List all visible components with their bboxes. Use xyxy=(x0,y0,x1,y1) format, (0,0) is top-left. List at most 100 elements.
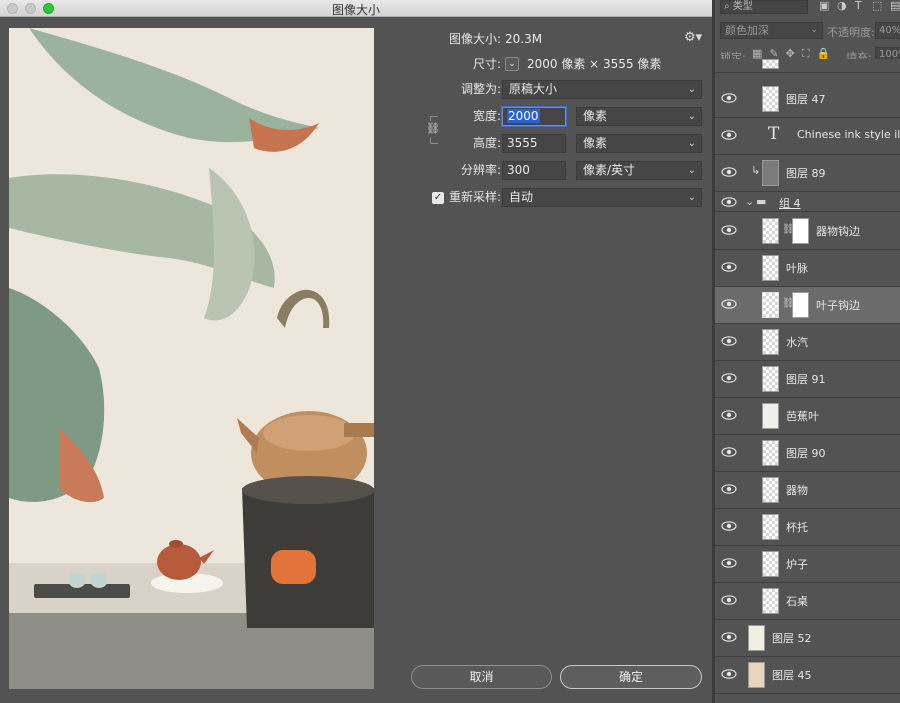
layer-thumbnail xyxy=(762,588,779,614)
width-unit-select[interactable]: 像素 ⌄ xyxy=(576,107,702,126)
layer-thumbnail xyxy=(762,59,779,69)
cancel-button[interactable]: 取消 xyxy=(411,665,552,689)
eye-icon[interactable] xyxy=(721,335,737,347)
fit-to-label: 调整为: xyxy=(460,82,501,96)
layer-filter-value: 类型 xyxy=(732,1,753,12)
layer-row[interactable]: ↳ 图层 89 xyxy=(715,155,900,192)
layer-name: 器物 xyxy=(786,484,808,497)
text-layer-icon: T xyxy=(768,124,780,144)
eye-icon[interactable] xyxy=(721,224,737,236)
width-label: 宽度: xyxy=(472,109,501,123)
layer-row[interactable]: 图层 45 xyxy=(715,657,900,694)
layer-thumbnail xyxy=(762,160,779,186)
layer-mask-thumbnail[interactable] xyxy=(792,218,809,244)
height-row: 高度: xyxy=(420,133,510,153)
height-unit-value: 像素 xyxy=(583,136,608,150)
layer-thumbnail xyxy=(748,625,765,651)
eye-icon[interactable] xyxy=(721,92,737,104)
resolution-input[interactable]: 300 xyxy=(502,161,566,180)
width-row: 宽度: xyxy=(420,106,510,126)
height-label: 高度: xyxy=(472,136,501,150)
height-unit-select[interactable]: 像素 ⌄ xyxy=(576,134,702,153)
eye-icon[interactable] xyxy=(721,166,737,178)
dimensions-label: 尺寸: xyxy=(472,57,501,71)
group-row[interactable]: ⌄ ▬ 组 4 xyxy=(715,192,900,212)
layer-thumbnail xyxy=(762,551,779,577)
layer-row[interactable]: 石桌 xyxy=(715,583,900,620)
chevron-down-icon[interactable]: ⌄ xyxy=(745,195,754,208)
layer-row[interactable]: ⛓ 器物钩边 xyxy=(715,213,900,250)
gear-icon[interactable]: ⚙▾ xyxy=(684,30,702,45)
eye-icon[interactable] xyxy=(721,668,737,680)
layer-row[interactable]: 图层 91 xyxy=(715,361,900,398)
layer-name: 水汽 xyxy=(786,336,808,349)
eye-icon[interactable] xyxy=(721,196,737,208)
eye-icon[interactable] xyxy=(721,594,737,606)
eye-icon[interactable] xyxy=(721,372,737,384)
layers-list: 图层 47 T Chinese ink style illust ↳ 图层 89… xyxy=(715,59,900,703)
chevron-down-icon: ⌄ xyxy=(810,25,818,35)
resolution-unit-value: 像素/英寸 xyxy=(583,163,636,177)
layer-row[interactable]: 图层 47 xyxy=(715,81,900,118)
layer-row[interactable]: 水汽 xyxy=(715,324,900,361)
opacity-input[interactable]: 40% xyxy=(875,22,900,39)
layer-row[interactable]: 器物 xyxy=(715,472,900,509)
eye-icon[interactable] xyxy=(721,129,737,141)
ok-button[interactable]: 确定 xyxy=(560,665,702,689)
layers-panel: ⌕ 类型 ▣ ◑ T ⬚ ▤ 颜色加深 ⌄ 不透明度: 40% 锁定: ▦✎✥⛶… xyxy=(712,0,900,703)
layer-row-partial[interactable] xyxy=(715,59,900,73)
eye-icon[interactable] xyxy=(721,631,737,643)
height-value: 3555 xyxy=(507,136,538,150)
clipping-mask-icon: ↳ xyxy=(751,164,761,177)
filter-pixel-icon[interactable]: ▣ xyxy=(819,0,829,12)
image-size-row: 图像大小: 20.3M xyxy=(420,29,690,49)
filter-adjustment-icon[interactable]: ◑ xyxy=(837,0,847,12)
resample-select[interactable]: 自动 ⌄ xyxy=(502,188,702,207)
layer-row[interactable]: 芭蕉叶 xyxy=(715,398,900,435)
layer-name: 图层 89 xyxy=(786,167,826,180)
dialog-title: 图像大小 xyxy=(331,3,380,17)
eye-icon[interactable] xyxy=(721,409,737,421)
dimensions-unit-chevron-icon[interactable]: ⌄ xyxy=(505,57,519,71)
blend-mode-select[interactable]: 颜色加深 ⌄ xyxy=(720,22,823,39)
width-value: 2000 xyxy=(507,109,540,123)
layer-name: 芭蕉叶 xyxy=(786,410,819,423)
eye-icon[interactable] xyxy=(721,520,737,532)
layer-name: 炉子 xyxy=(786,558,808,571)
preview-artwork xyxy=(9,28,374,689)
layer-row[interactable]: 图层 90 xyxy=(715,435,900,472)
layer-thumbnail xyxy=(762,329,779,355)
resolution-label: 分辨率: xyxy=(460,163,501,177)
layer-row-selected[interactable]: ⛓ 叶子钩边 xyxy=(715,287,900,324)
layer-row[interactable]: 炉子 xyxy=(715,546,900,583)
filter-shape-icon[interactable]: ⬚ xyxy=(872,0,882,12)
layer-thumbnail xyxy=(762,514,779,540)
layer-row[interactable]: 图层 52 xyxy=(715,620,900,657)
image-size-label: 图像大小: xyxy=(448,32,501,46)
eye-icon[interactable] xyxy=(721,483,737,495)
layer-filter-select[interactable]: ⌕ 类型 xyxy=(720,0,808,14)
filter-smart-object-icon[interactable]: ▤ xyxy=(890,0,900,12)
image-preview[interactable] xyxy=(9,28,374,689)
layer-mask-thumbnail[interactable] xyxy=(792,292,809,318)
chevron-down-icon: ⌄ xyxy=(687,111,696,122)
eye-icon[interactable] xyxy=(721,557,737,569)
fit-to-select[interactable]: 原稿大小 ⌄ xyxy=(502,80,702,99)
width-input[interactable]: 2000 xyxy=(502,107,566,126)
height-input[interactable]: 3555 xyxy=(502,134,566,153)
layer-thumbnail xyxy=(762,292,779,318)
chevron-down-icon: ⌄ xyxy=(687,84,696,95)
eye-icon[interactable] xyxy=(721,446,737,458)
eye-icon[interactable] xyxy=(721,261,737,273)
layer-name: 图层 47 xyxy=(786,93,826,106)
layer-row[interactable]: 杯托 xyxy=(715,509,900,546)
layer-thumbnail xyxy=(762,86,779,112)
layer-row[interactable]: 叶脉 xyxy=(715,250,900,287)
layer-thumbnail xyxy=(762,255,779,281)
eye-icon[interactable] xyxy=(721,298,737,310)
opacity-label: 不透明度: xyxy=(827,26,875,39)
filter-type-icon[interactable]: T xyxy=(855,0,862,12)
layer-row[interactable]: T Chinese ink style illust xyxy=(715,118,900,155)
resample-label: 重新采样: xyxy=(448,190,501,204)
resolution-unit-select[interactable]: 像素/英寸 ⌄ xyxy=(576,161,702,180)
